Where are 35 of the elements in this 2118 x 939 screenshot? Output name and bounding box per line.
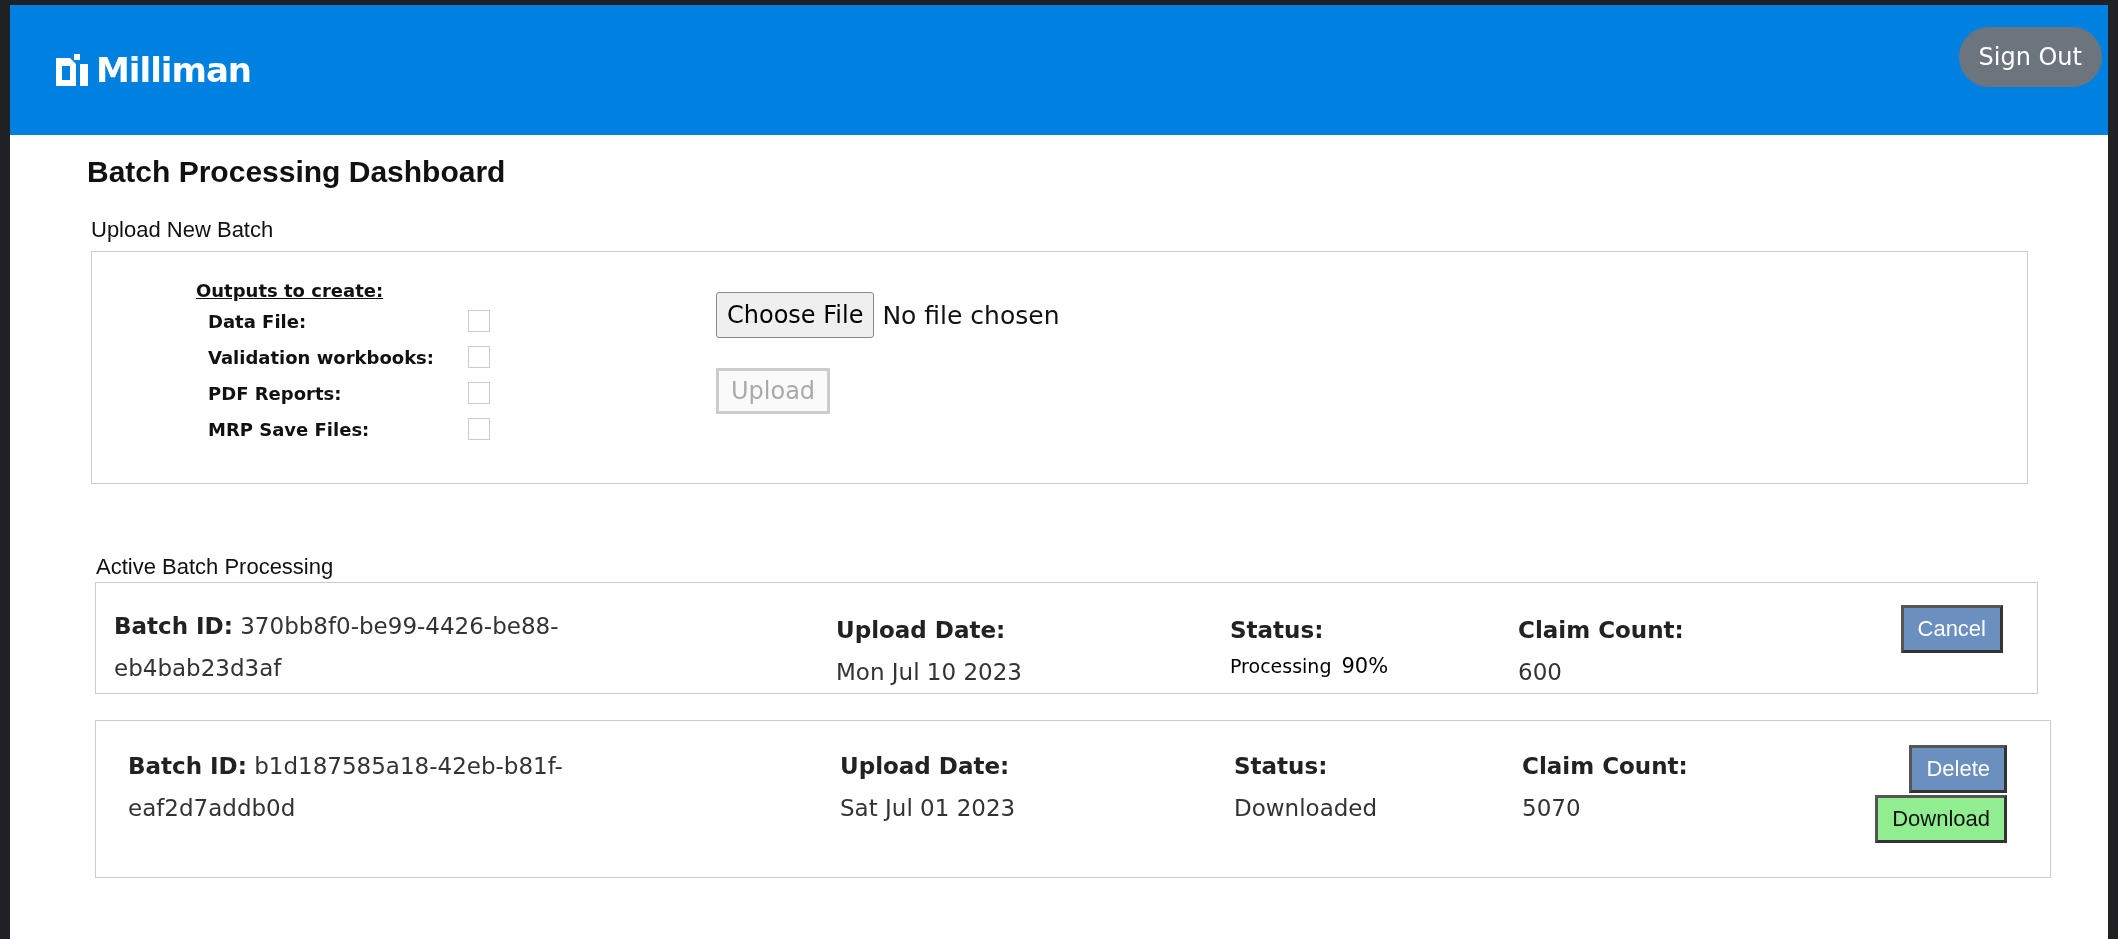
status-text: Processing: [1230, 654, 1332, 679]
field-value: Mon Jul 10 2023: [836, 658, 1023, 687]
field-value: 600: [1518, 658, 1563, 687]
checkbox[interactable]: [468, 346, 490, 368]
batch-id-text: Batch ID: b1d187585a18-42eb-b81f-eaf2d7addb0d: [128, 752, 564, 823]
checkbox-label: Data File:: [208, 310, 308, 332]
section-heading: Upload New Batch: [91, 217, 275, 243]
field-value: Sat Jul 01 2023: [840, 794, 1017, 823]
field-label: Status:: [1230, 616, 1325, 645]
progress-text: 90%: [1341, 654, 1389, 678]
file-status-text: No file chosen: [882, 300, 1060, 330]
field-label: Claim Count:: [1518, 616, 1685, 645]
checkbox-label: MRP Save Files:: [208, 418, 371, 440]
checkbox-label: Validation workbooks:: [208, 346, 436, 368]
choose-file-button[interactable]: Choose File: [716, 292, 875, 338]
section-heading: Active Batch Processing: [96, 554, 335, 580]
checkbox-label: PDF Reports:: [208, 382, 343, 404]
sign-out-button[interactable]: Sign Out: [1958, 27, 2102, 87]
field-value: 5070: [1522, 794, 1582, 823]
batch-id-text: Batch ID: 370bb8f0-be99-4426-be88-eb4bab23d3af: [114, 612, 560, 683]
outputs-heading: Outputs to create:: [196, 280, 385, 301]
checkbox[interactable]: [468, 382, 490, 404]
checkbox[interactable]: [468, 418, 490, 440]
brand-name: Milliman: [96, 50, 252, 90]
delete-button[interactable]: Delete: [1909, 745, 2007, 793]
field-label: Upload Date:: [836, 616, 1007, 645]
download-button[interactable]: Download: [1875, 795, 2007, 843]
logo-icon: [56, 54, 88, 86]
status-text: Downloaded: [1234, 794, 1379, 823]
cancel-button[interactable]: Cancel: [1900, 605, 2003, 653]
field-label: Claim Count:: [1522, 752, 1689, 781]
field-label: Upload Date:: [840, 752, 1011, 781]
page-title: Batch Processing Dashboard: [87, 155, 507, 189]
field-label: Status:: [1234, 752, 1329, 781]
checkbox[interactable]: [468, 310, 490, 332]
